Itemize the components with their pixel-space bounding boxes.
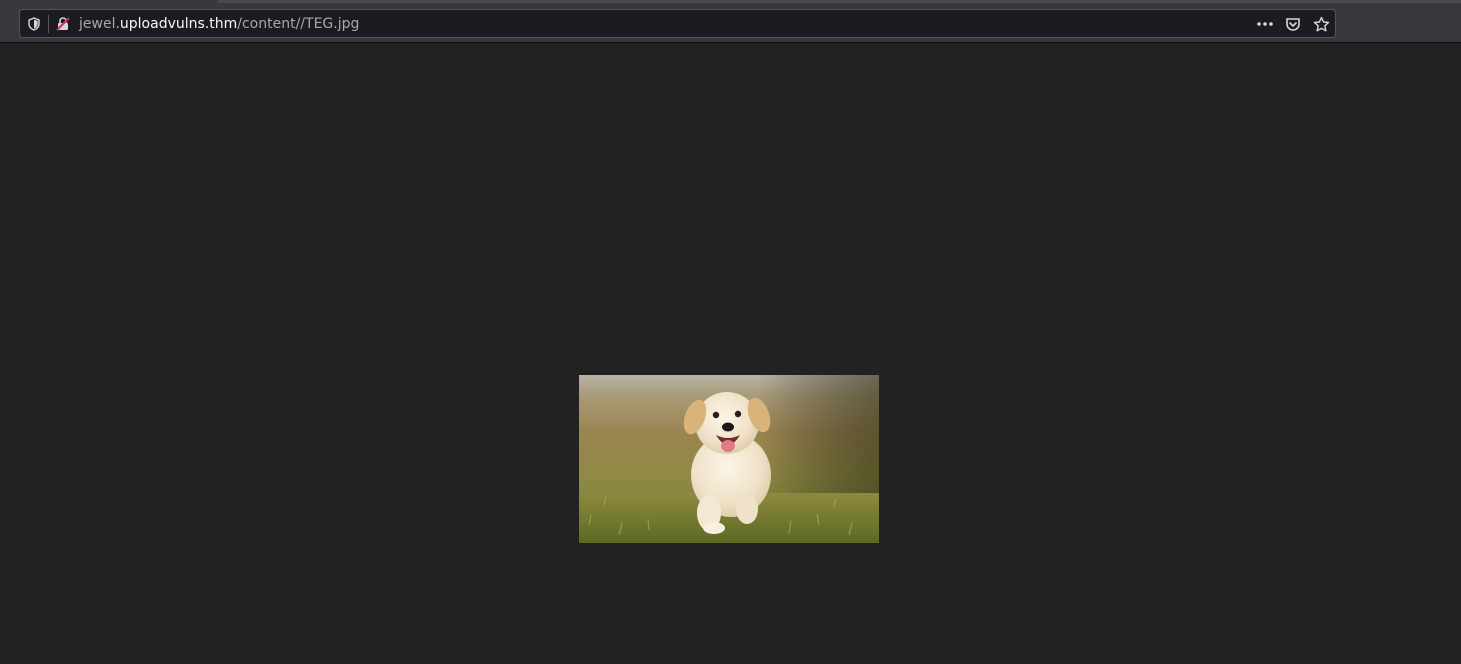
insecure-lock-icon[interactable] bbox=[54, 15, 72, 33]
url-separator bbox=[48, 15, 49, 33]
address-bar[interactable]: jewel.uploadvulns.thm/content//TEG.jpg bbox=[19, 9, 1336, 38]
url-path: /content//TEG.jpg bbox=[237, 16, 360, 32]
puppy-image[interactable] bbox=[579, 375, 879, 543]
browser-toolbar: jewel.uploadvulns.thm/content//TEG.jpg bbox=[0, 0, 1461, 43]
url-text[interactable]: jewel.uploadvulns.thm/content//TEG.jpg bbox=[79, 14, 359, 34]
pocket-icon[interactable] bbox=[1283, 14, 1303, 34]
url-host: uploadvulns.thm bbox=[119, 16, 238, 32]
tab-strip bbox=[218, 0, 1461, 3]
url-prefix: jewel. bbox=[79, 16, 120, 32]
image-viewer bbox=[0, 43, 1461, 664]
shield-icon[interactable] bbox=[25, 15, 43, 33]
meatball-menu-icon[interactable] bbox=[1255, 14, 1275, 34]
star-icon[interactable] bbox=[1311, 14, 1331, 34]
